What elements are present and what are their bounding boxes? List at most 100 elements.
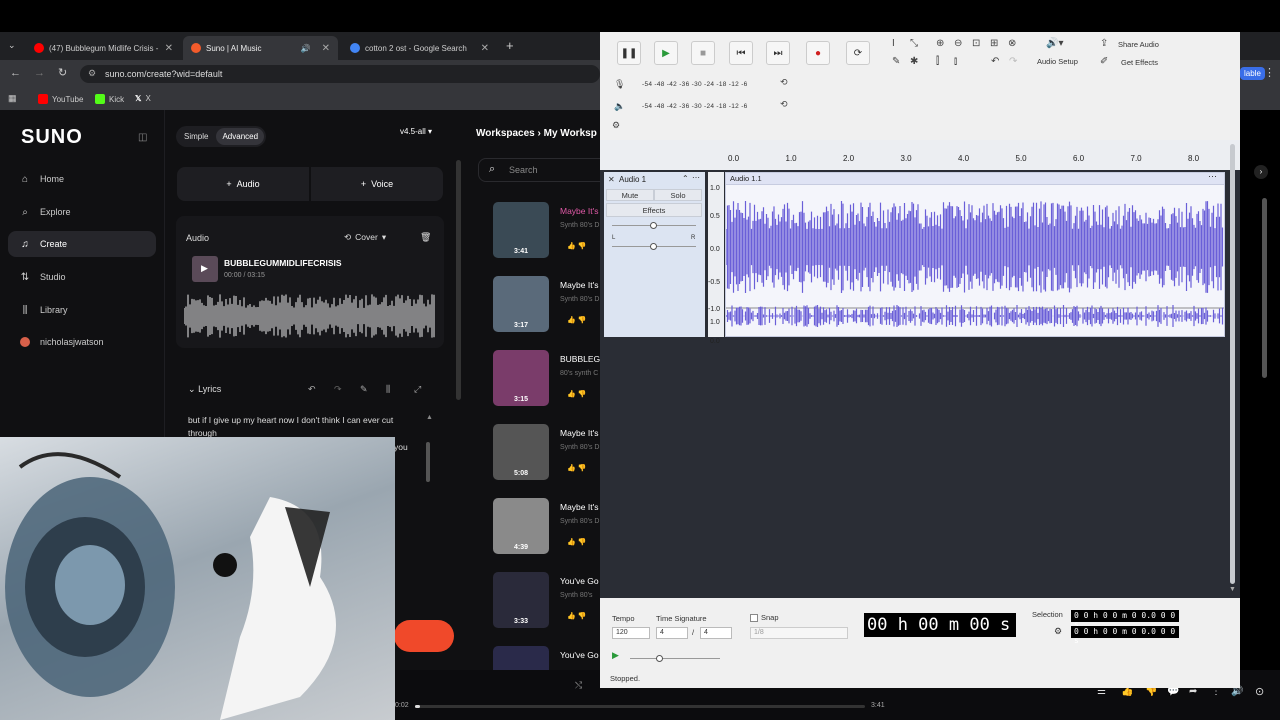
song-row[interactable]: 5:08 Maybe It's Synth 80's D 👍 👎	[493, 424, 603, 484]
nav-library[interactable]: ⫼ Library	[8, 297, 156, 323]
song-like-icon[interactable]: 👍 👎	[567, 538, 586, 546]
song-row[interactable]: 3:17 Maybe It's Synth 80's D 👍 👎	[493, 276, 603, 336]
song-row[interactable]: 3:15 BUBBLEG 80's synth C 👍 👎	[493, 350, 603, 410]
vertical-scrollbar[interactable]	[1230, 144, 1235, 584]
undo-icon[interactable]: ↶	[991, 56, 999, 67]
play-button[interactable]: ▶	[654, 41, 678, 65]
library-icon[interactable]: ⫼	[386, 384, 390, 395]
create-panel-scrollbar[interactable]	[456, 160, 461, 400]
song-title[interactable]: You've Go	[560, 650, 599, 660]
record-button[interactable]: ●	[806, 41, 830, 65]
loop-button[interactable]: ⟳	[846, 41, 870, 65]
forward-icon[interactable]: →	[34, 67, 45, 79]
collapse-sidebar-icon[interactable]: ◫	[138, 132, 147, 143]
skip-start-button[interactable]: ⏮	[729, 41, 753, 65]
song-title[interactable]: BUBBLEG	[560, 354, 600, 364]
time-display[interactable]: 00 h 00 m 00 s	[864, 613, 1016, 637]
track-waveform[interactable]	[184, 292, 436, 340]
nav-create[interactable]: ♫ Create	[8, 231, 156, 257]
snap-select[interactable]: 1/8	[750, 627, 848, 639]
zoom-toggle-icon[interactable]: ⊗	[1008, 38, 1016, 49]
song-row[interactable]: 3:33 You've Go Synth 80's 👍 👎	[493, 572, 603, 632]
audio-setup-icon[interactable]: 🔊▾	[1046, 38, 1063, 49]
breadcrumb-workspaces[interactable]: Workspaces	[476, 128, 535, 139]
mute-button[interactable]: Mute	[606, 189, 654, 201]
selection-tool-icon[interactable]: I	[892, 38, 895, 49]
play-speed-thumb[interactable]	[656, 655, 663, 662]
back-icon[interactable]: ←	[10, 67, 21, 79]
waveform-graphic[interactable]	[726, 185, 1224, 336]
song-like-icon[interactable]: 👍 👎	[567, 316, 586, 324]
fit-project-icon[interactable]: ⊞	[990, 38, 998, 49]
expand-icon[interactable]: ⤢	[414, 384, 421, 395]
multi-tool-icon[interactable]: ✱	[910, 56, 918, 67]
close-tab-icon[interactable]: ✕	[322, 43, 330, 54]
version-select[interactable]: v4.5-all ▾	[400, 127, 432, 136]
skip-end-button[interactable]: ⏭	[766, 41, 790, 65]
track-menu-icon[interactable]: ⋯	[692, 173, 700, 182]
gain-slider-thumb[interactable]	[650, 222, 657, 229]
song-thumbnail[interactable]: 3:15	[493, 350, 549, 406]
song-row[interactable]: 3:41 Maybe It's Synth 80's D 👍 👎	[493, 202, 603, 262]
undo-icon[interactable]: ↶	[308, 384, 316, 395]
clip-menu-icon[interactable]: ⋯	[1208, 171, 1217, 182]
time-sig-numerator[interactable]: 4	[656, 627, 688, 639]
shuffle-icon[interactable]: ⤭	[575, 680, 582, 691]
add-audio-button[interactable]: + Audio	[177, 167, 309, 201]
create-button[interactable]	[394, 620, 454, 652]
share-audio-label[interactable]: Share Audio	[1118, 40, 1159, 49]
scroll-up-icon[interactable]: ▲	[426, 414, 433, 421]
edit-icon[interactable]: ✎	[360, 384, 368, 395]
trim-icon[interactable]: ⫿	[936, 56, 939, 67]
profile-badge[interactable]: lable	[1240, 67, 1265, 80]
tab-youtube[interactable]: (47) Bubblegum Midlife Crisis - ✕	[26, 36, 181, 60]
song-like-icon[interactable]: 👍 👎	[567, 612, 586, 620]
simple-mode-button[interactable]: Simple	[178, 128, 214, 145]
pan-slider-thumb[interactable]	[650, 243, 657, 250]
song-thumbnail[interactable]: 3:17	[493, 276, 549, 332]
cover-select[interactable]: ⟲ Cover ▾	[344, 232, 386, 243]
clip-header[interactable]: Audio 1.1 ⋯	[726, 171, 1224, 185]
solo-button[interactable]: Solo	[654, 189, 702, 201]
envelope-tool-icon[interactable]: ⤡	[910, 38, 918, 49]
selection-start[interactable]: 0 0 h 0 0 m 0 0.0 0 0 s	[1071, 610, 1179, 629]
meter-settings-icon[interactable]: ⟲	[780, 77, 788, 88]
suno-logo[interactable]: SUNO	[21, 126, 83, 149]
song-title[interactable]: You've Go	[560, 576, 599, 586]
song-thumbnail[interactable]: 5:08	[493, 424, 549, 480]
stop-button[interactable]: ■	[691, 41, 715, 65]
apps-icon[interactable]: ▦	[8, 93, 17, 104]
reload-icon[interactable]: ↻	[58, 66, 67, 79]
song-title[interactable]: Maybe It's	[560, 206, 598, 216]
song-row[interactable]: 4:39 Maybe It's Synth 80's D 👍 👎	[493, 498, 603, 558]
share-audio-icon[interactable]: ⇪	[1100, 38, 1108, 49]
zoom-in-icon[interactable]: ⊕	[936, 38, 944, 49]
close-tab-icon[interactable]: ✕	[165, 43, 173, 54]
close-track-icon[interactable]: ✕	[608, 175, 615, 184]
nav-studio[interactable]: ⇅ Studio	[8, 264, 156, 290]
timeline-ruler[interactable]: 0.0 1.0 2.0 3.0 4.0 5.0 6.0 7.0 8.0	[600, 140, 1240, 170]
breadcrumb-current[interactable]: My Worksp	[544, 128, 597, 139]
bookmark-kick[interactable]: Kick	[95, 94, 124, 104]
play-speed-slider[interactable]	[630, 658, 720, 659]
bookmark-youtube[interactable]: YouTube	[38, 94, 83, 104]
fit-selection-icon[interactable]: ⊡	[972, 38, 980, 49]
zoom-out-icon[interactable]: ⊖	[954, 38, 962, 49]
song-title[interactable]: Maybe It's	[560, 502, 598, 512]
draw-tool-icon[interactable]: ✎	[892, 56, 900, 67]
advanced-mode-button[interactable]: Advanced	[216, 128, 265, 145]
tempo-field[interactable]: 120	[612, 627, 650, 639]
silence-icon[interactable]: ⫾	[954, 56, 957, 67]
speaker-icon[interactable]: 🔊	[301, 44, 311, 53]
effects-button[interactable]: Effects	[606, 203, 702, 217]
add-voice-button[interactable]: + Voice	[311, 167, 443, 201]
next-arrow-icon[interactable]: ›	[1254, 165, 1268, 179]
tab-google[interactable]: cotton 2 ost - Google Search ✕	[342, 36, 497, 60]
tab-suno[interactable]: Suno | AI Music 🔊 ✕	[183, 36, 338, 60]
trash-icon[interactable]: 🗑	[420, 232, 431, 243]
song-like-icon[interactable]: 👍 👎	[567, 242, 586, 250]
audio-setup-label[interactable]: Audio Setup	[1037, 57, 1078, 66]
playback-meter-scale[interactable]: -54 -48 -42 -36 -30 -24 -18 -12 -6	[642, 103, 748, 110]
timeline-settings-icon[interactable]: ⚙	[612, 120, 620, 131]
nav-home[interactable]: ⌂ Home	[8, 166, 156, 192]
